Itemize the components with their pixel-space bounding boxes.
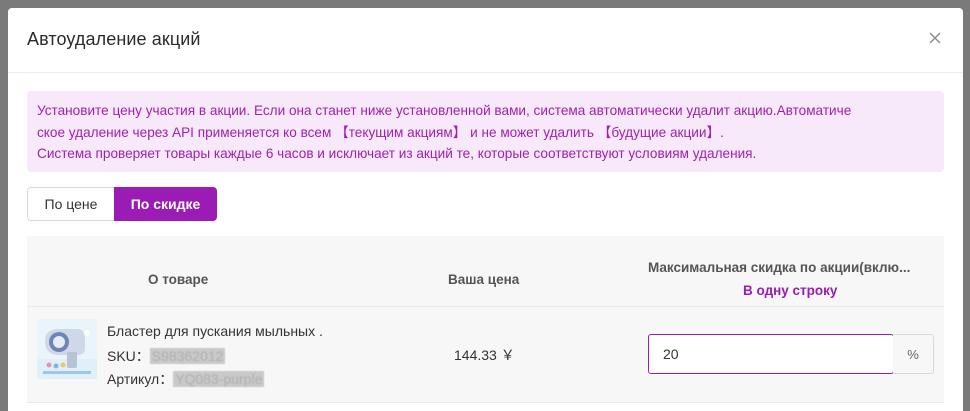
- sku-label: SKU：: [107, 348, 150, 364]
- product-article: Артикул： YQ083-purple: [107, 369, 265, 389]
- notice-line-2: ское удаление через API применяется ко в…: [37, 124, 724, 140]
- table-header: О товаре Ваша цена Максимальная скидка п…: [27, 236, 944, 307]
- max-discount-input[interactable]: [648, 334, 894, 374]
- product-sku: SKU： S98362012: [107, 346, 226, 366]
- by-price-tab[interactable]: По цене: [27, 187, 114, 221]
- dialog-title: Автоудаление акций: [27, 29, 201, 49]
- auto-remove-promotions-dialog: Автоудаление акций Установите цену участ…: [8, 8, 963, 411]
- products-table: О товаре Ваша цена Максимальная скидка п…: [27, 236, 944, 403]
- product-name: Бластер для пускания мыльных .: [107, 323, 323, 339]
- product-price: 144.33 ￥: [454, 347, 515, 363]
- apply-to-all-link[interactable]: В одну строку: [743, 283, 837, 298]
- dialog-header: Автоудаление акций: [8, 8, 963, 73]
- column-header-product: О товаре: [148, 272, 209, 287]
- article-value: YQ083-purple: [173, 371, 265, 387]
- column-header-discount: Максимальная скидка по акции(вклю...: [648, 260, 911, 275]
- table-row: Бластер для пускания мыльных . SKU： S9836…: [27, 307, 944, 403]
- notice-line-3: Система проверяет товары каждые 6 часов …: [37, 146, 757, 161]
- article-label: Артикул：: [107, 371, 174, 387]
- mode-toggle: По цене По скидке: [27, 187, 217, 221]
- sku-value: S98362012: [149, 348, 226, 364]
- notice-line-1: Установите цену участия в акции. Если он…: [37, 103, 852, 118]
- product-image: [37, 319, 97, 379]
- percent-unit: %: [893, 334, 934, 374]
- by-discount-tab[interactable]: По скидке: [114, 187, 217, 221]
- column-header-price: Ваша цена: [448, 272, 520, 287]
- info-notice: Установите цену участия в акции. Если он…: [27, 91, 944, 172]
- close-icon[interactable]: [925, 28, 945, 48]
